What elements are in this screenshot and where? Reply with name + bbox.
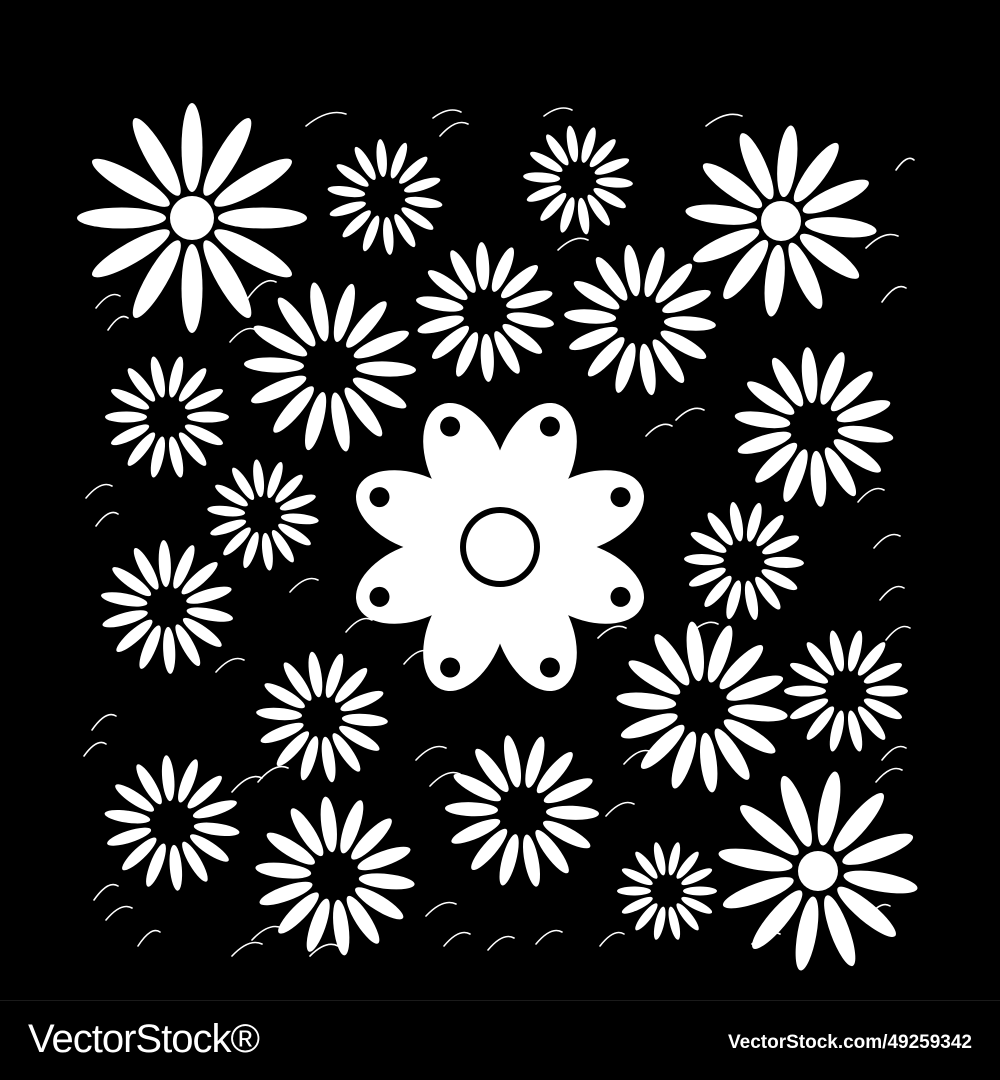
petal-dot	[369, 487, 390, 508]
petal	[181, 103, 203, 192]
petal-dot	[539, 657, 560, 678]
vectorstock-logo: VectorStock®	[28, 1017, 260, 1061]
watermark-url: VectorStock.com/49259342	[728, 1032, 972, 1053]
flower-center	[466, 513, 534, 581]
petal-dot	[610, 487, 631, 508]
petal-dot	[369, 586, 390, 607]
flower-center	[170, 196, 214, 240]
petal	[181, 244, 203, 333]
flower-center	[798, 851, 838, 891]
petal-dot	[440, 657, 461, 678]
petal	[187, 411, 229, 423]
petal-dot	[440, 416, 461, 437]
petal-dot	[539, 416, 560, 437]
petal	[77, 207, 166, 229]
petal	[617, 886, 651, 896]
petal	[105, 411, 147, 423]
petal	[784, 685, 826, 697]
petal	[866, 685, 908, 697]
petal	[218, 207, 307, 229]
flower-center	[761, 201, 801, 241]
petal-dot	[610, 586, 631, 607]
watermark-bar: VectorStock® VectorStock.com/49259342	[0, 1000, 1000, 1080]
petal	[683, 886, 717, 896]
artwork	[0, 40, 1000, 1040]
